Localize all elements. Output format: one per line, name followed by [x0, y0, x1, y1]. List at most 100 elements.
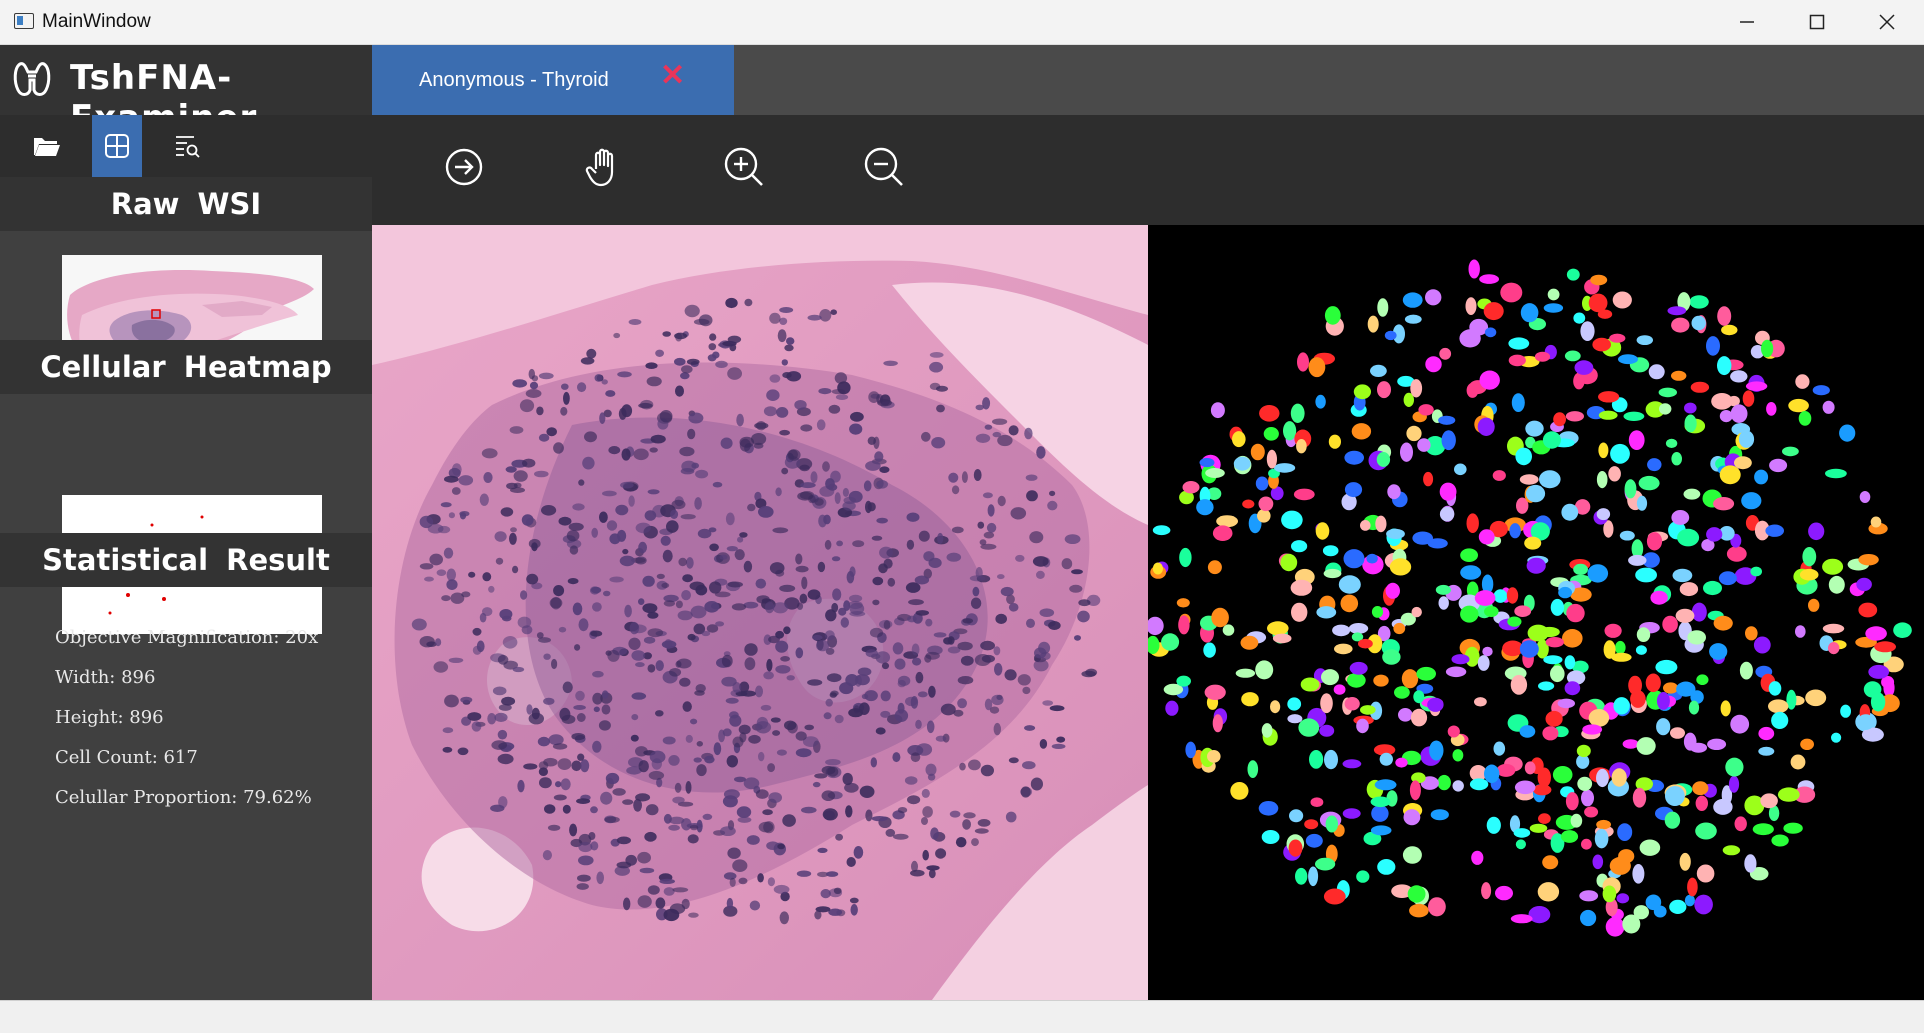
segmented-cell — [1309, 750, 1324, 769]
cell-nucleus — [419, 515, 434, 529]
open-folder-button[interactable] — [22, 115, 72, 177]
segmented-cell — [1765, 524, 1784, 537]
cell-nucleus — [832, 588, 842, 601]
cell-nucleus — [1020, 786, 1031, 798]
arrow-right-circle-icon[interactable] — [442, 145, 486, 189]
segmented-cell — [1730, 714, 1750, 734]
cell-nucleus — [517, 779, 525, 793]
cell-nucleus — [879, 466, 890, 473]
segmented-cell — [1315, 857, 1336, 871]
hand-pan-icon[interactable] — [582, 145, 626, 189]
folder-open-icon — [34, 138, 60, 156]
cell-nucleus — [936, 404, 945, 413]
cell-nucleus — [732, 682, 741, 693]
cell-nucleus — [571, 733, 586, 741]
segmented-cell — [1322, 545, 1339, 557]
segmented-cell — [1477, 655, 1490, 671]
cell-nucleus — [834, 714, 844, 724]
cell-nucleus — [892, 752, 901, 763]
cell-nucleus — [760, 704, 772, 711]
segmented-cell — [1274, 463, 1296, 473]
segmented-cell — [1281, 510, 1303, 530]
cell-nucleus — [814, 910, 822, 920]
segmented-cell — [1822, 400, 1835, 414]
cell-nucleus — [831, 602, 839, 613]
segmented-cell — [1799, 568, 1819, 581]
left-sidebar: Raw WSI Cellular Heatmap Statistical Res… — [0, 115, 372, 1000]
cell-nucleus — [517, 616, 532, 629]
segmented-cell — [1242, 499, 1255, 509]
segmented-cell — [1671, 317, 1690, 333]
cell-nucleus — [929, 361, 944, 373]
cell-nucleus — [865, 460, 881, 471]
segmented-cell — [1721, 324, 1738, 336]
segmented-cell — [1728, 775, 1740, 793]
cell-nucleus — [842, 501, 856, 511]
cell-nucleus — [562, 804, 571, 814]
cell-nucleus — [681, 590, 691, 601]
cell-nucleus — [592, 670, 604, 678]
segmented-cell — [1423, 471, 1434, 487]
cell-nucleus — [871, 816, 888, 822]
cell-nucleus — [763, 406, 777, 417]
cell-nucleus — [781, 467, 789, 475]
cell-nucleus — [686, 557, 694, 569]
cell-nucleus — [736, 806, 752, 818]
segmentation-viewer[interactable] — [1148, 225, 1924, 1000]
tab-anonymous-thyroid[interactable]: Anonymous - Thyroid ✕ — [372, 45, 734, 115]
segmented-cell — [1730, 370, 1748, 383]
cell-nucleus — [1032, 556, 1049, 567]
cell-nucleus — [725, 297, 738, 309]
segmented-cell — [1690, 381, 1710, 393]
cell-nucleus — [1024, 725, 1036, 731]
cell-nucleus — [680, 468, 695, 475]
cell-nucleus — [775, 640, 789, 653]
stat-height: Height: 896 — [55, 707, 164, 728]
cell-nucleus — [906, 539, 915, 550]
cell-nucleus — [528, 712, 544, 725]
segmented-cell — [1344, 482, 1363, 498]
segmented-cell — [1161, 633, 1180, 651]
cell-nucleus — [779, 429, 790, 436]
cell-nucleus — [659, 878, 675, 885]
tab-close-icon[interactable]: ✕ — [660, 61, 685, 91]
segmented-cell — [1211, 607, 1229, 628]
cell-nucleus — [788, 449, 798, 460]
wsi-tissue-viewer[interactable] — [372, 225, 1148, 1000]
segmented-cell — [1695, 822, 1717, 840]
segmented-cell — [1725, 757, 1744, 777]
segmented-cell — [1538, 813, 1551, 824]
cell-nucleus — [957, 641, 973, 651]
zoom-in-icon[interactable] — [722, 145, 766, 189]
segmented-cell — [1452, 749, 1464, 762]
list-search-button[interactable] — [162, 115, 212, 177]
cell-nucleus — [450, 592, 465, 604]
cell-nucleus — [883, 360, 898, 366]
zoom-out-icon[interactable] — [862, 145, 906, 189]
stat-cellular-proportion: Celullar Proportion: 79.62% — [55, 787, 312, 808]
tissue-image — [372, 225, 1148, 1000]
cell-nucleus — [690, 605, 707, 619]
segmented-cell — [1520, 303, 1539, 323]
cell-nucleus — [897, 675, 911, 686]
cell-nucleus — [619, 555, 635, 567]
grid-view-button[interactable] — [92, 115, 142, 177]
cell-nucleus — [679, 446, 695, 457]
cell-nucleus — [558, 516, 572, 526]
cell-nucleus — [707, 354, 717, 362]
cell-nucleus — [549, 597, 563, 609]
cell-nucleus — [885, 828, 896, 837]
maximize-button[interactable] — [1782, 0, 1852, 44]
segmented-cell — [1706, 527, 1723, 542]
minimize-button[interactable] — [1712, 0, 1782, 44]
cell-nucleus — [836, 540, 843, 547]
segmented-cell — [1323, 568, 1342, 579]
cell-nucleus — [1047, 500, 1058, 511]
cell-nucleus — [917, 691, 928, 698]
close-window-button[interactable] — [1852, 0, 1922, 44]
segmented-cell — [1482, 646, 1493, 657]
segmented-cell — [1247, 760, 1259, 778]
cell-nucleus — [928, 869, 936, 879]
segmented-cell — [1304, 819, 1319, 830]
cell-nucleus — [601, 379, 608, 385]
